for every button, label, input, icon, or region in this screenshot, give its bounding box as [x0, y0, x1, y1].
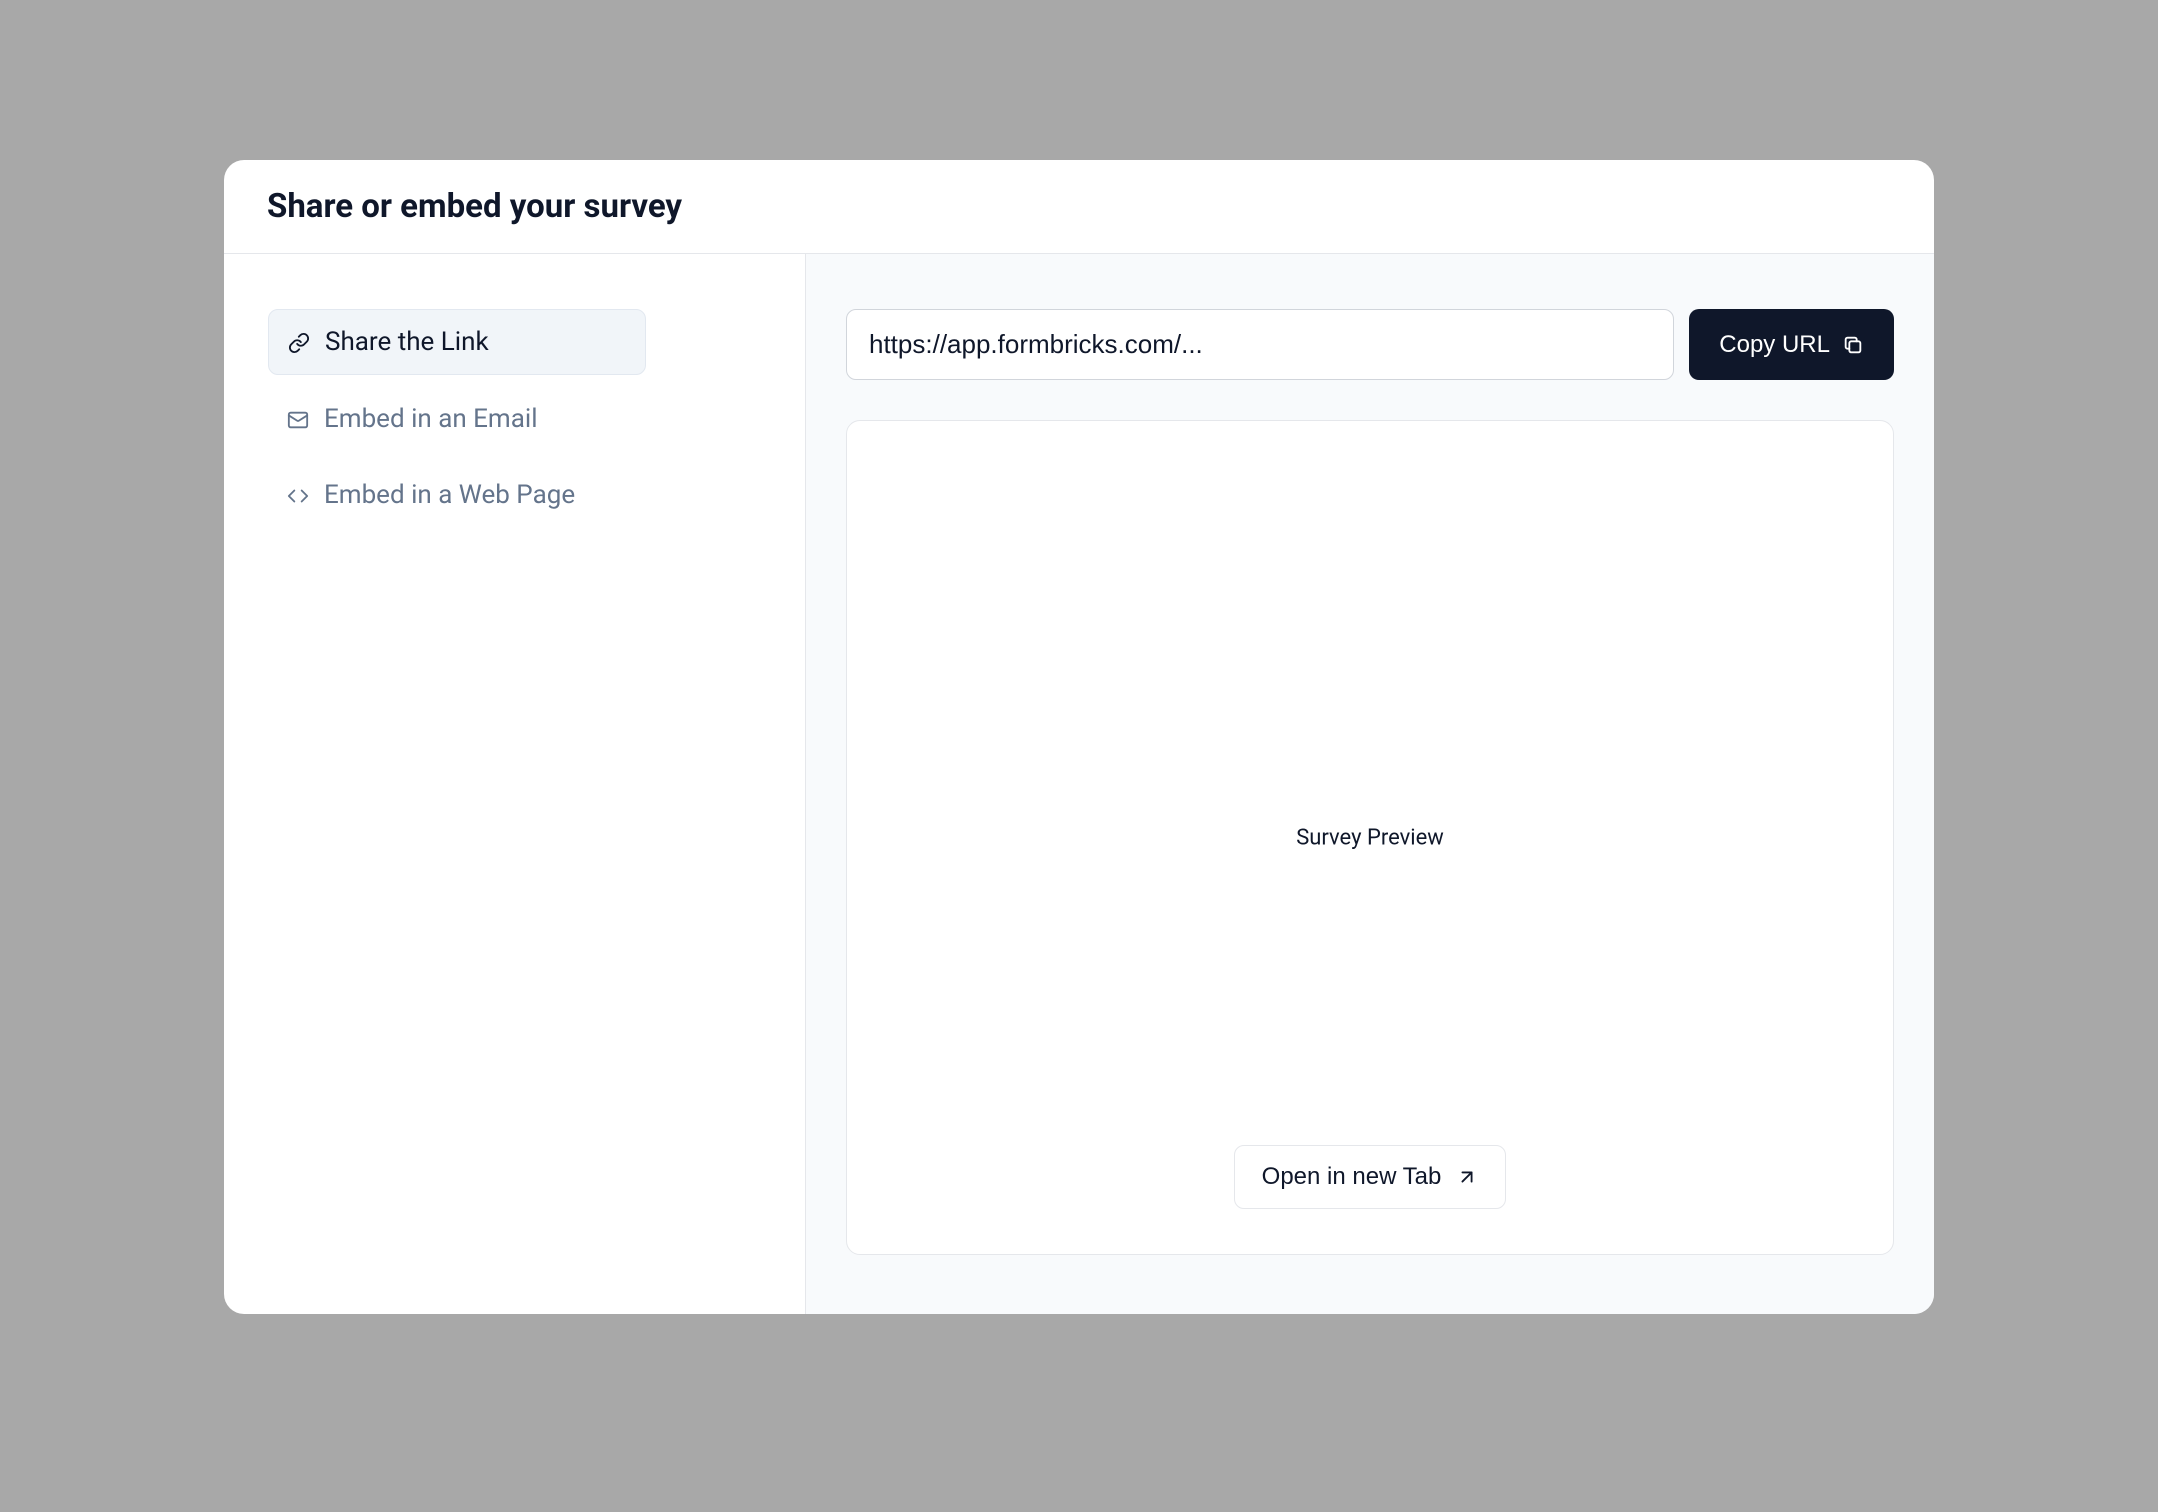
copy-button-label: Copy URL — [1719, 331, 1830, 359]
sidebar-item-label: Embed in an Email — [324, 404, 538, 434]
preview-label: Survey Preview — [1296, 825, 1444, 850]
code-icon — [287, 484, 309, 506]
modal-title: Share or embed your survey — [267, 187, 1891, 226]
preview-panel: Survey Preview Open in new Tab — [846, 420, 1894, 1255]
sidebar-item-label: Embed in a Web Page — [324, 480, 575, 510]
modal-header: Share or embed your survey — [224, 160, 1934, 254]
share-modal: Share or embed your survey Share the Lin… — [224, 160, 1934, 1314]
main-content: Copy URL Survey Preview Open in new Tab — [806, 254, 1934, 1314]
copy-url-button[interactable]: Copy URL — [1689, 309, 1894, 380]
url-input[interactable] — [846, 309, 1674, 380]
copy-icon — [1842, 334, 1864, 356]
modal-body: Share the Link Embed in an Email — [224, 254, 1934, 1314]
url-row: Copy URL — [846, 309, 1894, 380]
sidebar-item-share-link[interactable]: Share the Link — [268, 309, 646, 375]
sidebar-item-label: Share the Link — [325, 327, 489, 357]
sidebar-item-embed-email[interactable]: Embed in an Email — [268, 387, 761, 451]
link-icon — [288, 331, 310, 353]
mail-icon — [287, 408, 309, 430]
open-new-tab-button[interactable]: Open in new Tab — [1234, 1145, 1507, 1209]
arrow-up-right-icon — [1456, 1166, 1478, 1188]
sidebar-item-embed-webpage[interactable]: Embed in a Web Page — [268, 463, 761, 527]
sidebar: Share the Link Embed in an Email — [224, 254, 806, 1314]
open-tab-label: Open in new Tab — [1262, 1163, 1442, 1191]
